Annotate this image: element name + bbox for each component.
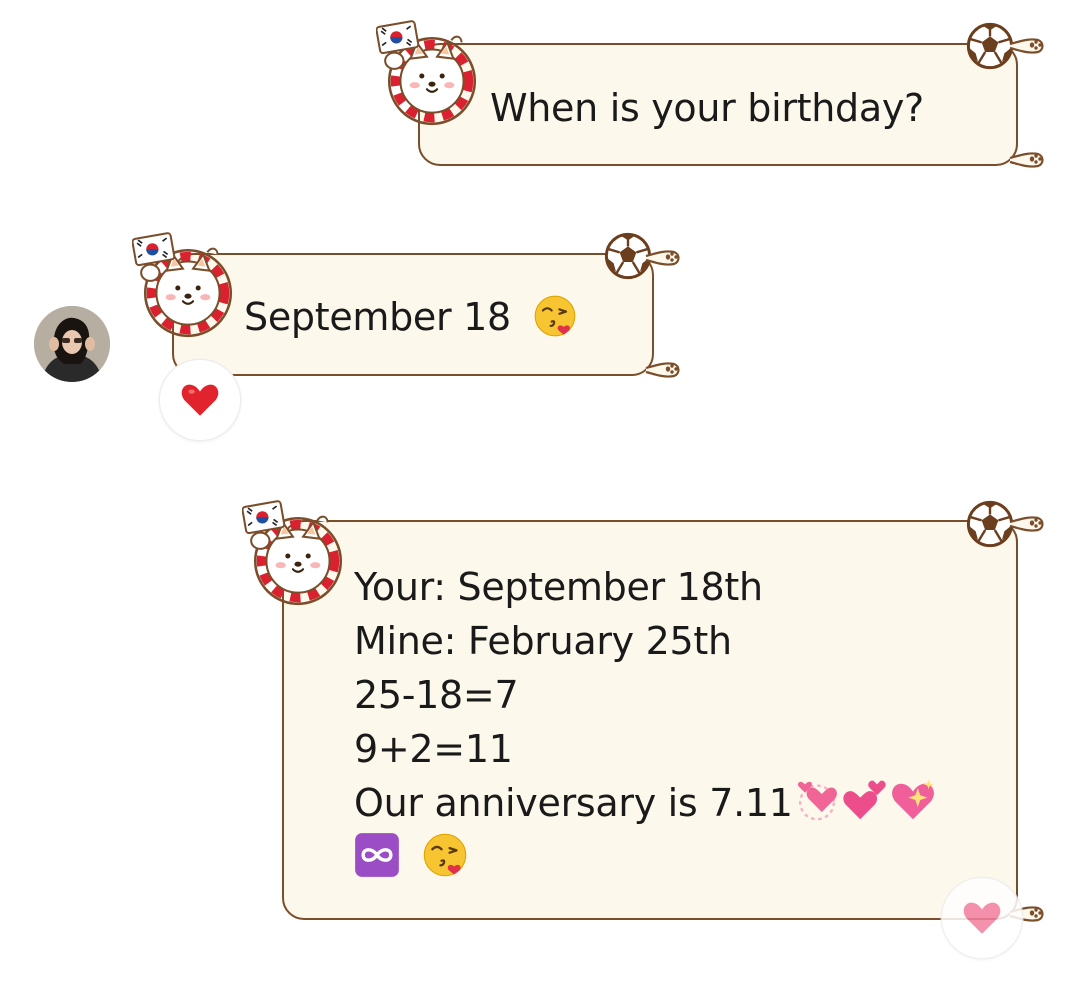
kissing-face-emoji — [533, 294, 577, 338]
message-line: 9+2=11 — [354, 727, 513, 771]
soccer-ball-icon — [966, 22, 1014, 70]
two-hearts-emoji — [841, 776, 889, 824]
message-line-emojis — [354, 830, 937, 884]
pink-heart-icon — [961, 897, 1003, 939]
shiba-sticker-icon — [376, 20, 488, 132]
message-line: 25-18=7 — [354, 673, 519, 717]
paw-decoration-icon — [1008, 510, 1048, 534]
avatar-image — [34, 306, 110, 382]
sparkling-heart-emoji — [889, 776, 937, 824]
paw-decoration-icon — [1008, 146, 1048, 170]
paw-decoration-icon — [644, 356, 684, 380]
message-line: Our anniversary is 7.11 — [354, 781, 793, 825]
contact-avatar[interactable] — [34, 306, 110, 382]
shiba-sticker-icon — [132, 232, 244, 344]
message-reaction[interactable] — [942, 878, 1022, 958]
message-line: Mine: February 25th — [354, 619, 732, 663]
infinity-emoji — [354, 832, 400, 878]
message-text: September 18 — [244, 295, 511, 339]
chat-thread: When is your birthday? September 18 Your… — [0, 0, 1080, 985]
kissing-face-emoji — [422, 832, 468, 878]
soccer-ball-icon — [966, 500, 1014, 548]
message-bubble-sent[interactable]: When is your birthday? — [418, 43, 1018, 166]
message-text-row: September 18 — [244, 290, 577, 344]
message-bubble-received[interactable]: September 18 — [172, 253, 654, 376]
paw-decoration-icon — [1008, 32, 1048, 56]
message-bubble-sent[interactable]: Your: September 18th Mine: February 25th… — [282, 520, 1018, 920]
paw-decoration-icon — [644, 244, 684, 268]
message-reaction[interactable] — [160, 360, 240, 440]
message-text-block: Your: September 18th Mine: February 25th… — [354, 560, 937, 884]
message-text: When is your birthday? — [490, 86, 924, 130]
message-line: Your: September 18th — [354, 565, 763, 609]
red-heart-icon — [179, 379, 221, 421]
revolving-hearts-emoji — [793, 776, 841, 824]
shiba-sticker-icon — [242, 500, 354, 612]
message-line-anniversary: Our anniversary is 7.11 — [354, 776, 937, 830]
